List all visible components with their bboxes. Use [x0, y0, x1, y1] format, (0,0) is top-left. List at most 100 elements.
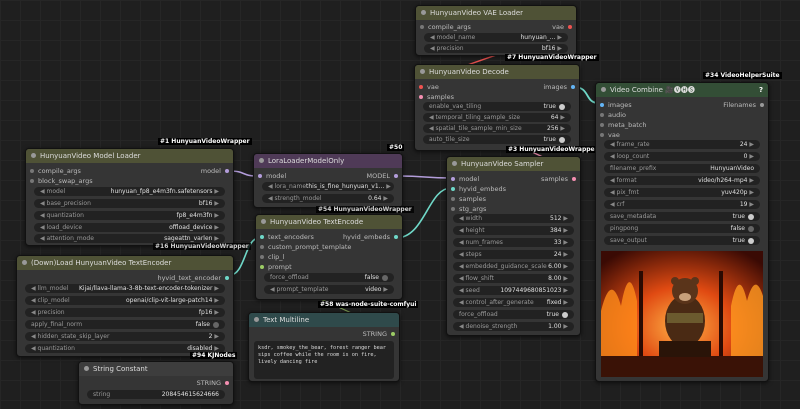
vae-loader-badge: #7 HunyuanVideoWrapper [505, 54, 599, 61]
combine-input-images[interactable]: images [600, 100, 632, 110]
te-input-template[interactable]: custom_prompt_template [260, 242, 351, 252]
textencoder-loader-node[interactable]: (Down)Load HunyuanVideo TextEncoder hyvi… [16, 255, 234, 357]
widget-save-metadata[interactable]: save_metadata true [604, 212, 760, 221]
prompt-textarea[interactable]: ksdr, smokey_the_bear, forest ranger bea… [254, 341, 394, 379]
widget-pix-fmt[interactable]: ◀ pix_fmt yuv420p ▶ [604, 188, 760, 197]
te-loader-badge: #94 KJNodes [190, 352, 238, 359]
multiline-title[interactable]: Text Multiline [249, 313, 399, 327]
widget-width[interactable]: ◀ width 512 ▶ [453, 214, 574, 223]
preview-image [601, 251, 763, 377]
textencode-title[interactable]: HunyuanVideo TextEncode [256, 215, 402, 229]
strconst-title[interactable]: String Constant [79, 362, 233, 376]
lora-badge: #50 [387, 144, 405, 151]
video-combine-node[interactable]: Video Combine 🎥🅥🅗🅢? images audio meta_ba… [595, 82, 769, 382]
textencode-node[interactable]: HunyuanVideo TextEncode text_encoders cu… [255, 214, 403, 300]
te-input-prompt[interactable]: prompt [260, 262, 292, 272]
sampler-node[interactable]: HunyuanVideo Sampler model hyvid_embeds … [446, 156, 581, 336]
sampler-title[interactable]: HunyuanVideo Sampler [447, 157, 580, 171]
widget-quantization[interactable]: ◀ quantization fp8_e4m3fn ▶ [34, 211, 225, 220]
widget-hidden-state-skip[interactable]: ◀ hidden_state_skip_layer 2 ▶ [25, 332, 225, 341]
widget-save-output[interactable]: save_output true [604, 236, 760, 245]
widget-crf[interactable]: ◀ crf 19 ▶ [604, 200, 760, 209]
vae-loader-output[interactable]: vae [552, 22, 572, 32]
widget-model-name[interactable]: ◀ model_name hunyuan_... ▶ [424, 33, 568, 42]
widget-flow-shift[interactable]: ◀ flow_shift 8.00 ▶ [453, 274, 574, 283]
widget-denoise[interactable]: ◀ denoise_strength 1.00 ▶ [453, 322, 574, 331]
widget-force-offload[interactable]: force_offload true [453, 310, 574, 319]
sampler-input-embeds[interactable]: hyvid_embeds [451, 184, 506, 194]
widget-lora-name[interactable]: ◀ lora_name this_is_fine_hunyuan_v1... ▶ [262, 182, 394, 191]
widget-guidance[interactable]: ◀ embedded_guidance_scale 6.00 ▶ [453, 262, 574, 271]
lora-loader-node[interactable]: LoraLoaderModelOnly model MODEL ◀ lora_n… [253, 153, 403, 208]
widget-steps[interactable]: ◀ steps 24 ▶ [453, 250, 574, 259]
widget-format[interactable]: ◀ format video/h264-mp4 ▶ [604, 176, 760, 185]
widget-load-device[interactable]: ◀ load_device offload_device ▶ [34, 223, 225, 232]
widget-loop-count[interactable]: ◀ loop_count 0 ▶ [604, 152, 760, 161]
sampler-input-samples[interactable]: samples [451, 194, 486, 204]
combine-input-meta-batch[interactable]: meta_batch [600, 120, 646, 130]
te-input-clip-l[interactable]: clip_l [260, 252, 284, 262]
widget-pingpong[interactable]: pingpong false [604, 224, 760, 233]
widget-string[interactable]: string 208454615624666 [87, 390, 225, 399]
widget-strength-model[interactable]: ◀ strength_model 0.64 ▶ [262, 194, 394, 203]
lora-input-model[interactable]: model [258, 171, 286, 181]
widget-clip-model[interactable]: ◀ clip_model openai/clip-vit-large-patch1… [25, 296, 225, 305]
partial-badge-b: #16 HunyuanVideoWrapper [153, 243, 251, 250]
widget-apply-final-norm[interactable]: apply_final_norm false [25, 320, 225, 329]
widget-num-frames[interactable]: ◀ num_frames 33 ▶ [453, 238, 574, 247]
widget-llm-model[interactable]: ◀ llm_model Kijai/llava-llama-3-8b-text-e… [25, 284, 225, 293]
te-loader-output[interactable]: hyvid_text_encoder [157, 273, 229, 283]
widget-frame-rate[interactable]: ◀ frame_rate 24 ▶ [604, 140, 760, 149]
widget-attention-mode[interactable]: ◀ attention_mode sageattn_varlen ▶ [34, 234, 225, 243]
help-icon[interactable]: ? [759, 83, 763, 97]
vae-loader-input[interactable]: compile_args [420, 22, 471, 32]
widget-te-precision[interactable]: ◀ precision fp16 ▶ [25, 308, 225, 317]
string-constant-node[interactable]: String Constant STRING string 20845461562… [78, 361, 234, 405]
text-multiline-node[interactable]: Text Multiline STRING ksdr, smokey_the_b… [248, 312, 400, 382]
sampler-input-stg[interactable]: stg_args [451, 204, 486, 214]
model-loader-input-blockswap[interactable]: block_swap_args [30, 176, 93, 186]
multiline-output[interactable]: STRING [363, 329, 395, 339]
combine-title[interactable]: Video Combine 🎥🅥🅗🅢? [596, 83, 768, 97]
textencode-badge: #58 was-node-suite-comfyui [318, 301, 419, 308]
sampler-input-model[interactable]: model [451, 174, 479, 184]
decode-output-images[interactable]: images [543, 82, 575, 92]
widget-base-precision[interactable]: ◀ base_precision bf16 ▶ [34, 199, 225, 208]
model-loader-node[interactable]: HunyuanVideo Model Loader compile_args b… [25, 148, 234, 246]
model-loader-output[interactable]: model [201, 166, 229, 176]
widget-te-force-offload[interactable]: force_offload false [264, 273, 394, 282]
model-loader-title[interactable]: HunyuanVideo Model Loader [26, 149, 233, 163]
combine-output-filenames[interactable]: Filenames [723, 100, 764, 110]
widget-control-after[interactable]: ◀ control_after_generate fixed ▶ [453, 298, 574, 307]
decode-title[interactable]: HunyuanVideo Decode [415, 65, 579, 79]
widget-filename-prefix[interactable]: filename_prefix HunyuanVideo [604, 164, 760, 173]
widget-auto-tile-size[interactable]: auto_tile_size true [423, 135, 571, 144]
widget-seed[interactable]: ◀ seed 1097449680851023 ▶ [453, 286, 574, 295]
widget-precision[interactable]: ◀ precision bf16 ▶ [424, 44, 568, 53]
widget-model[interactable]: ◀ model hunyuan_fp8_e4m3fn.safetensors ▶ [34, 187, 225, 196]
sampler-output-samples[interactable]: samples [541, 174, 576, 184]
partial-badge-a: #54 HunyuanVideoWrapper [316, 206, 414, 213]
lora-output-model[interactable]: MODEL [367, 171, 398, 181]
te-input-encoders[interactable]: text_encoders [260, 232, 314, 242]
strconst-output[interactable]: STRING [197, 378, 229, 388]
te-output-embeds[interactable]: hyvid_embeds [343, 232, 398, 242]
combine-badge: #34 VideoHelperSuite [703, 72, 782, 79]
vae-loader-node[interactable]: HunyuanVideo VAE Loader compile_args vae… [415, 5, 577, 56]
model-loader-badge: #1 HunyuanVideoWrapper [158, 138, 252, 145]
widget-temporal-tiling[interactable]: ◀ temporal_tiling_sample_size 64 ▶ [423, 113, 571, 122]
lora-title[interactable]: LoraLoaderModelOnly [254, 154, 402, 168]
widget-enable-vae-tiling[interactable]: enable_vae_tiling true [423, 102, 571, 111]
widget-prompt-template[interactable]: ◀ prompt_template video ▶ [264, 285, 394, 294]
combine-input-vae[interactable]: vae [600, 130, 620, 140]
te-loader-title[interactable]: (Down)Load HunyuanVideo TextEncoder [17, 256, 233, 270]
video-preview[interactable] [601, 251, 763, 377]
decode-input-samples[interactable]: samples [419, 92, 454, 102]
widget-spatial-tile[interactable]: ◀ spatial_tile_sample_min_size 256 ▶ [423, 124, 571, 133]
combine-input-audio[interactable]: audio [600, 110, 626, 120]
model-loader-input-compile[interactable]: compile_args [30, 166, 81, 176]
decode-node[interactable]: HunyuanVideo Decode vae samples images e… [414, 64, 580, 151]
decode-input-vae[interactable]: vae [419, 82, 439, 92]
widget-height[interactable]: ◀ height 384 ▶ [453, 226, 574, 235]
vae-loader-title[interactable]: HunyuanVideo VAE Loader [416, 6, 576, 20]
